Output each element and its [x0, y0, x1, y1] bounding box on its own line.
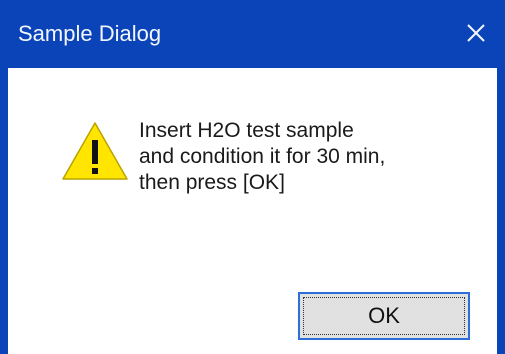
message-line: Insert H2O test sample: [139, 119, 354, 142]
close-icon: [467, 24, 485, 42]
close-button[interactable]: [459, 16, 493, 50]
sample-dialog-window: Sample Dialog Insert H2O test sample and…: [0, 0, 505, 354]
warning-icon: [60, 120, 130, 182]
dialog-title: Sample Dialog: [18, 21, 162, 46]
title-bar[interactable]: Sample Dialog: [8, 6, 497, 68]
message-line: and condition it for 30 min,: [139, 145, 386, 168]
dialog-body: Insert H2O test sample and condition it …: [8, 68, 497, 354]
dialog-message: Insert H2O test sample and condition it …: [139, 118, 469, 196]
ok-button[interactable]: OK: [298, 292, 470, 340]
message-line: then press [OK]: [139, 171, 285, 194]
